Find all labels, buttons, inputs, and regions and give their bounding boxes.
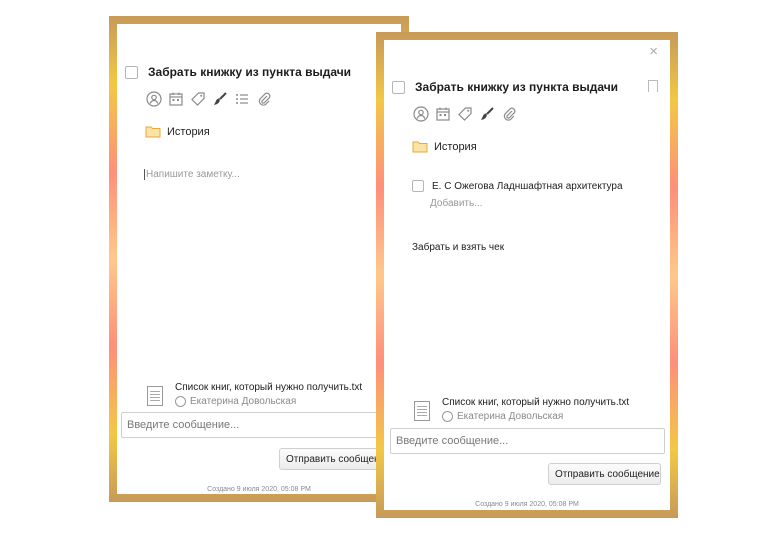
attachment-file-name[interactable]: Список книг, который нужно получить.txt <box>442 397 629 408</box>
subtask-item: Е. С Ожегова Ладншафтная архитектура <box>412 180 623 192</box>
task-header: Забрать книжку из пункта выдачи <box>392 80 618 94</box>
checklist-icon[interactable] <box>233 90 251 108</box>
folder-icon <box>145 126 161 138</box>
subtask-label[interactable]: Е. С Ожегова Ладншафтная архитектура <box>432 181 623 192</box>
note-input[interactable]: Напишите заметку... <box>144 169 240 180</box>
close-icon[interactable]: × <box>649 44 658 59</box>
task-card-left: Забрать книжку из пункта выдачи История … <box>109 16 409 502</box>
assignee-icon[interactable] <box>145 90 163 108</box>
task-complete-checkbox[interactable] <box>125 65 138 79</box>
task-title[interactable]: Забрать книжку из пункта выдачи <box>415 80 618 94</box>
message-input[interactable] <box>121 412 401 438</box>
brush-icon[interactable] <box>211 90 229 108</box>
created-date: Создано 9 июля 2020, 05:08 PM <box>475 501 579 508</box>
folder-icon <box>412 141 428 153</box>
task-toolbar <box>145 90 273 108</box>
brush-icon[interactable] <box>478 105 496 123</box>
user-icon <box>442 411 453 422</box>
calendar-icon[interactable] <box>434 105 452 123</box>
attachment-author: Екатерина Довольская <box>442 411 629 422</box>
created-date: Создано 9 июля 2020, 05:08 PM <box>207 486 311 493</box>
attachment-icon[interactable] <box>255 90 273 108</box>
task-title[interactable]: Забрать книжку из пункта выдачи <box>148 65 351 79</box>
folder-link[interactable]: История <box>412 140 477 153</box>
add-subtask-input[interactable]: Добавить... <box>430 198 483 209</box>
subtask-checkbox[interactable] <box>412 180 424 192</box>
attachment-icon[interactable] <box>500 105 518 123</box>
assignee-icon[interactable] <box>412 105 430 123</box>
bookmark-icon[interactable] <box>648 80 658 96</box>
task-header: Забрать книжку из пункта выдачи <box>125 65 351 79</box>
attachment-author: Екатерина Довольская <box>175 396 362 407</box>
task-card-right: × Забрать книжку из пункта выдачи Истори… <box>376 32 678 518</box>
task-panel-left: Забрать книжку из пункта выдачи История … <box>117 24 401 494</box>
folder-link[interactable]: История <box>145 125 210 138</box>
folder-name: История <box>167 125 210 138</box>
attachment-author-name: Екатерина Довольская <box>457 411 564 422</box>
attachment-file-name[interactable]: Список книг, который нужно получить.txt <box>175 382 362 393</box>
file-icon <box>147 386 163 406</box>
task-toolbar <box>412 105 518 123</box>
task-panel-right: × Забрать книжку из пункта выдачи Истори… <box>384 40 670 510</box>
tag-icon[interactable] <box>189 90 207 108</box>
file-icon <box>414 401 430 421</box>
task-note[interactable]: Забрать и взять чек <box>412 242 504 253</box>
attachment-author-name: Екатерина Довольская <box>190 396 297 407</box>
tag-icon[interactable] <box>456 105 474 123</box>
send-message-button[interactable]: Отправить сообщение <box>548 463 661 485</box>
user-icon <box>175 396 186 407</box>
attachment-item[interactable]: Список книг, который нужно получить.txt … <box>147 382 362 407</box>
calendar-icon[interactable] <box>167 90 185 108</box>
attachment-item[interactable]: Список книг, который нужно получить.txt … <box>414 397 629 422</box>
folder-name: История <box>434 140 477 153</box>
message-input[interactable] <box>390 428 665 454</box>
task-complete-checkbox[interactable] <box>392 80 405 94</box>
